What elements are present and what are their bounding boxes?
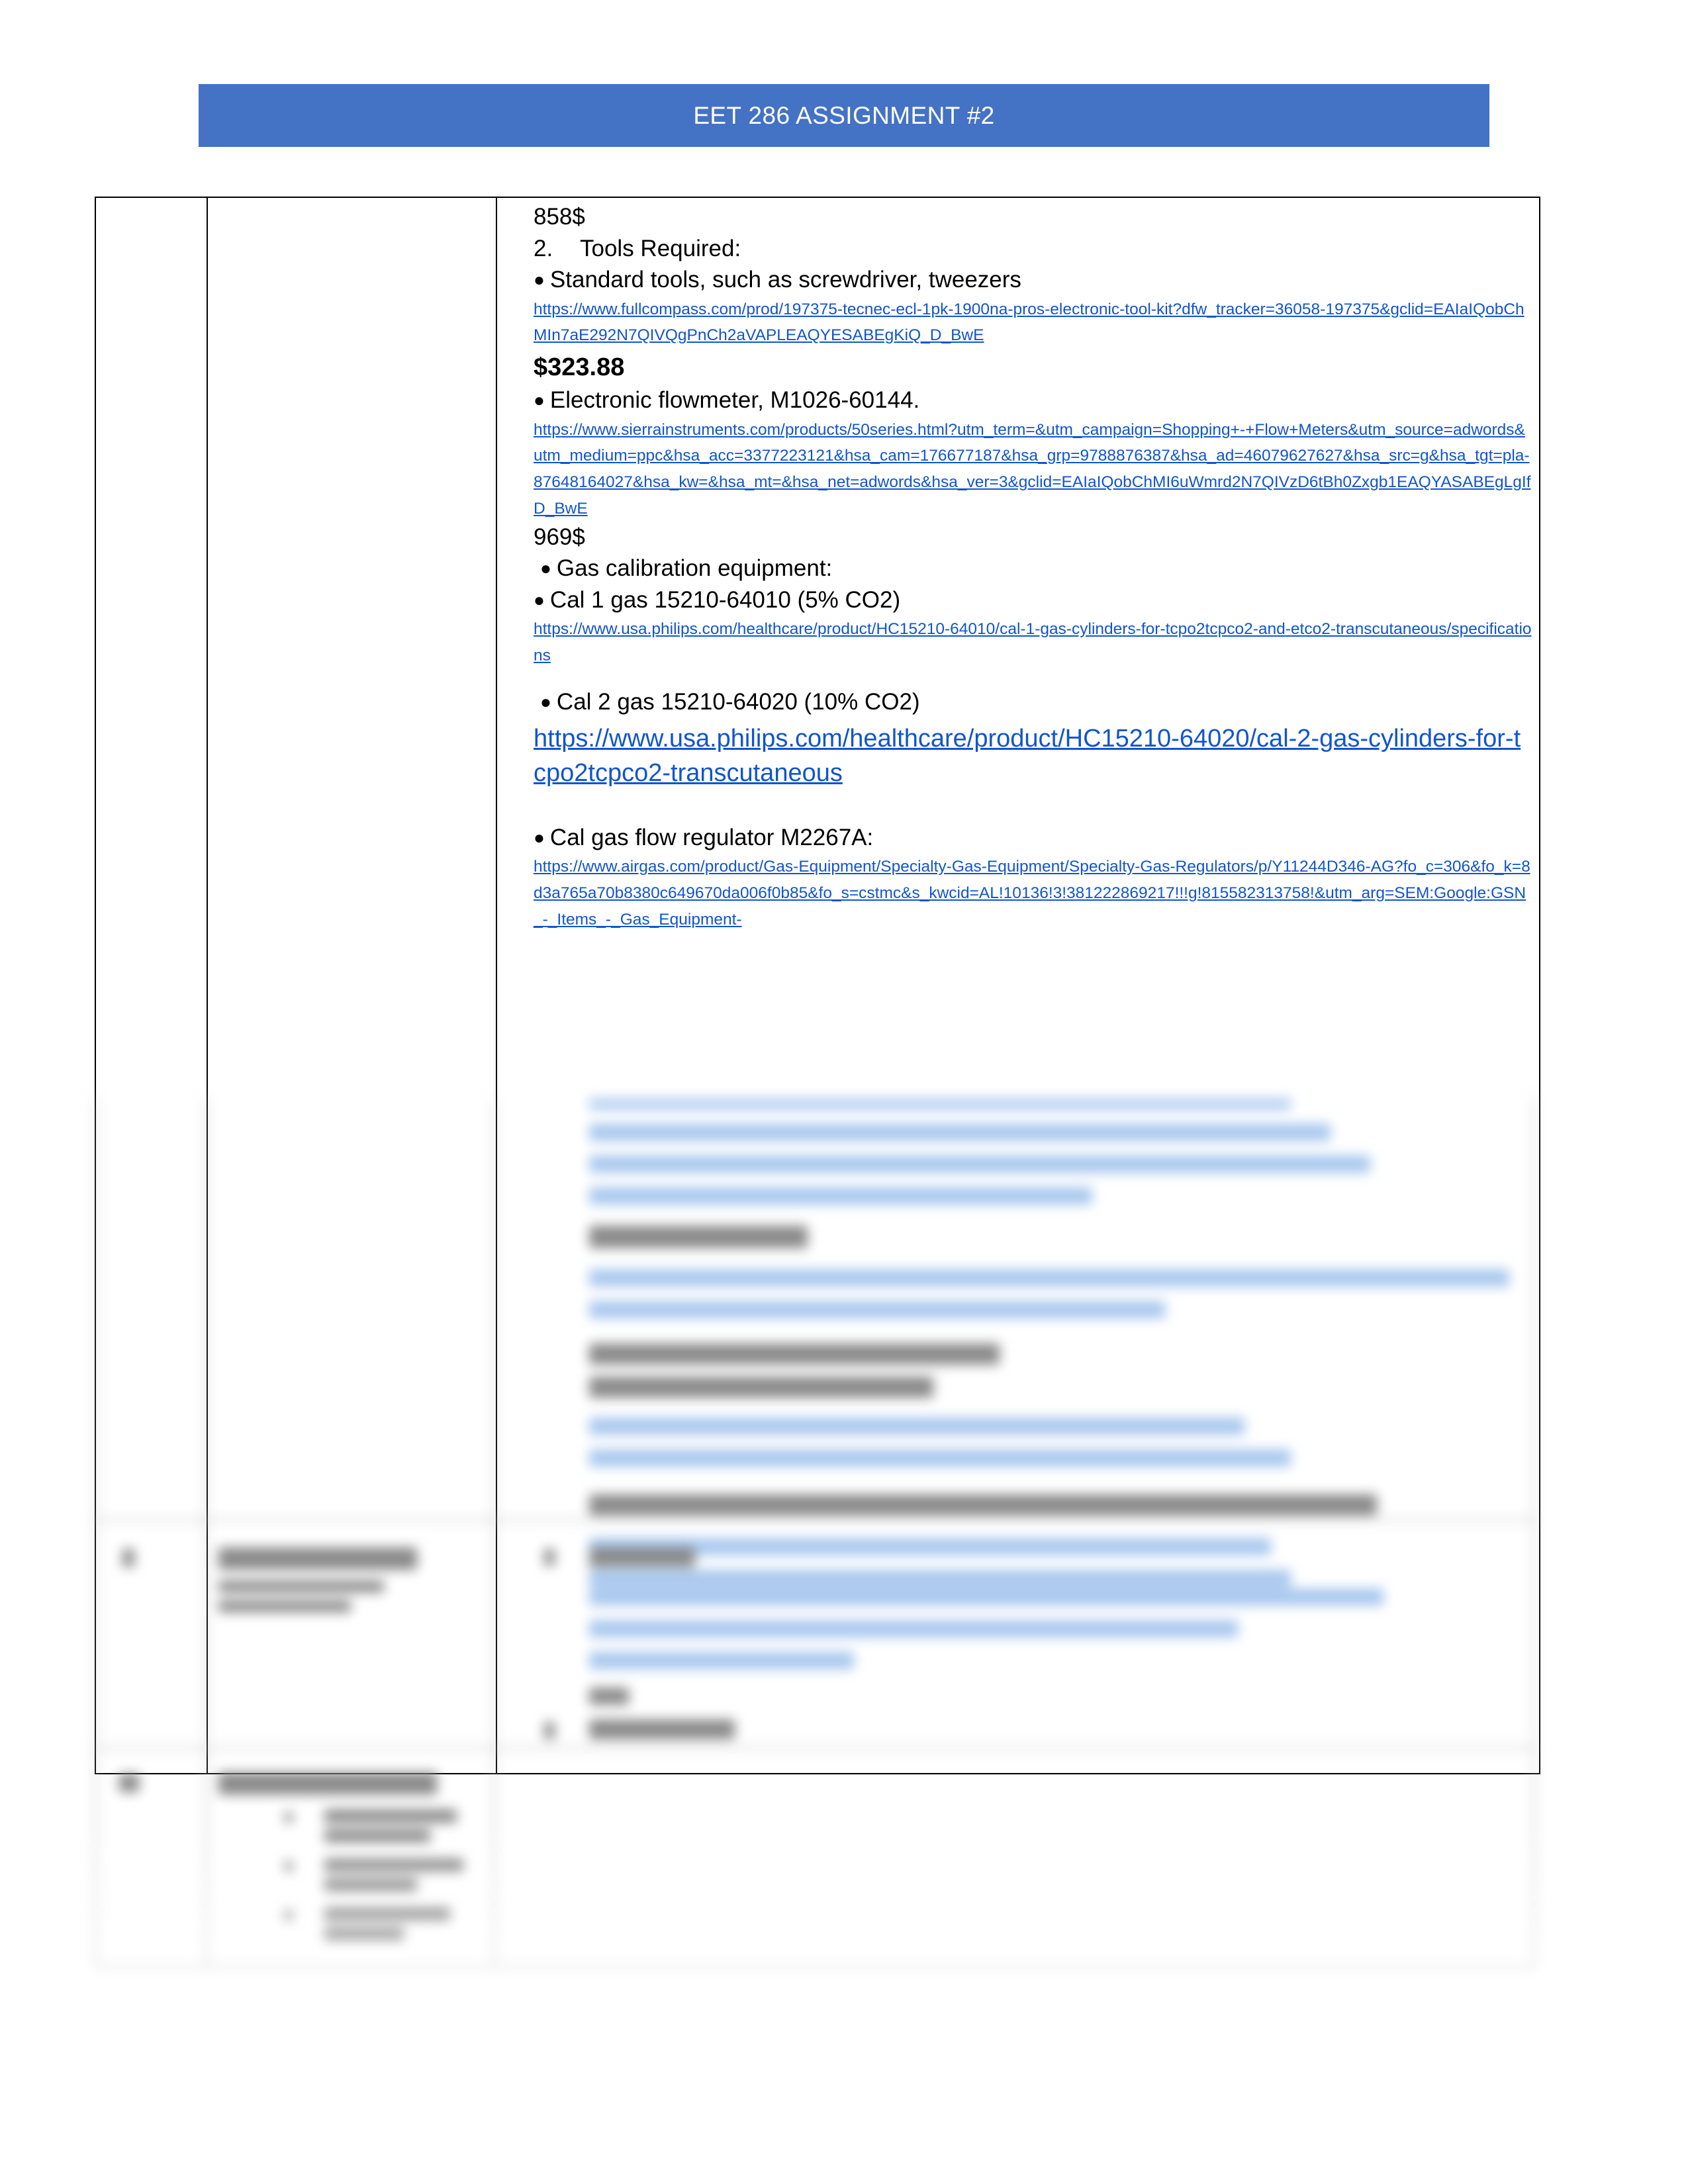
bullet-flowmeter-label: Electronic flowmeter, M1026-60144. bbox=[549, 387, 920, 414]
link-philips-cal2[interactable]: https://www.usa.philips.com/healthcare/p… bbox=[534, 721, 1532, 791]
link-philips-cal1[interactable]: https://www.usa.philips.com/healthcare/p… bbox=[534, 616, 1532, 668]
bullet-cal-gas-regulator: ● Cal gas flow regulator M2267A: bbox=[504, 823, 1532, 853]
bullet-cal1-gas: ● Cal 1 gas 15210-64010 (5% CO2) bbox=[504, 585, 1532, 615]
bullet-regulator-label: Cal gas flow regulator M2267A: bbox=[549, 824, 874, 850]
link-airgas-regulator[interactable]: https://www.airgas.com/product/Gas-Equip… bbox=[534, 854, 1532, 933]
bullet-icon: ● bbox=[540, 558, 551, 579]
link-fullcompass[interactable]: https://www.fullcompass.com/prod/197375-… bbox=[534, 296, 1532, 349]
page-title: EET 286 ASSIGNMENT #2 bbox=[693, 101, 995, 129]
price-323-88: $323.88 bbox=[534, 353, 625, 381]
list-item-tools-required: 2. Tools Required: bbox=[504, 234, 1532, 264]
bullet-icon: ● bbox=[534, 827, 545, 848]
tools-required-heading: Tools Required: bbox=[580, 235, 741, 261]
link-sierra-instruments[interactable]: https://www.sierrainstruments.com/produc… bbox=[534, 417, 1532, 522]
bullet-cal2-gas-label: Cal 2 gas 15210-64020 (10% CO2) bbox=[556, 689, 920, 715]
price-969: 969$ bbox=[534, 523, 585, 550]
bullet-icon: ● bbox=[534, 589, 545, 610]
assignment-table: 858$ 2. Tools Required: ● Standard tools,… bbox=[95, 196, 1540, 1775]
bullet-icon: ● bbox=[534, 390, 545, 411]
table-cell-number bbox=[95, 196, 208, 1775]
bullet-gas-calibration: ● Gas calibration equipment: bbox=[504, 553, 1532, 584]
bullet-gas-calibration-label: Gas calibration equipment: bbox=[556, 555, 833, 582]
document-page: EET 286 ASSIGNMENT #2 858$ 2. Tools Requ… bbox=[0, 0, 1688, 2184]
price-858: 858$ bbox=[534, 204, 585, 230]
bullet-standard-tools: ● Standard tools, such as screwdriver, tw… bbox=[504, 265, 1532, 295]
cell-filler bbox=[504, 933, 1532, 1766]
bullet-electronic-flowmeter: ● Electronic flowmeter, M1026-60144. bbox=[504, 385, 1532, 416]
bullet-icon: ● bbox=[540, 692, 551, 713]
bullet-standard-tools-label: Standard tools, such as screwdriver, twe… bbox=[549, 267, 1021, 293]
table-cell-label bbox=[207, 196, 497, 1775]
table-row: 858$ 2. Tools Required: ● Standard tools,… bbox=[95, 196, 1540, 1775]
list-marker: 2. bbox=[534, 235, 553, 261]
title-banner: EET 286 ASSIGNMENT #2 bbox=[199, 84, 1489, 147]
bullet-cal2-gas: ● Cal 2 gas 15210-64020 (10% CO2) bbox=[504, 687, 1532, 717]
bullet-icon: ● bbox=[534, 269, 545, 290]
bullet-cal1-gas-label: Cal 1 gas 15210-64010 (5% CO2) bbox=[549, 586, 901, 613]
table-cell-content: 858$ 2. Tools Required: ● Standard tools,… bbox=[496, 196, 1540, 1775]
